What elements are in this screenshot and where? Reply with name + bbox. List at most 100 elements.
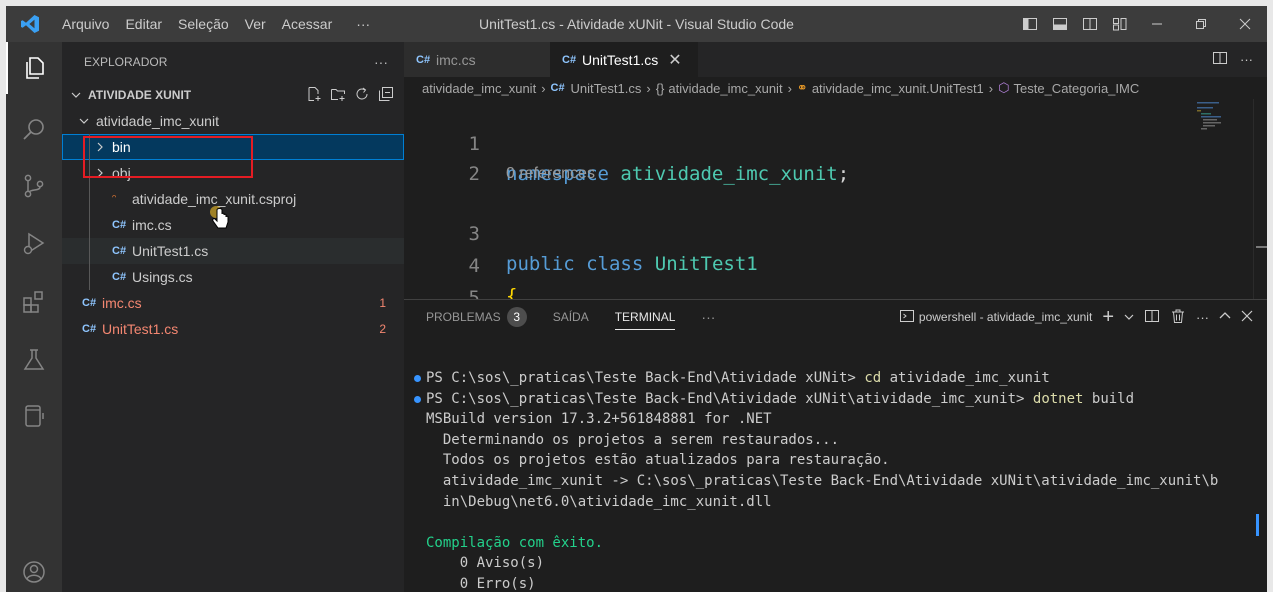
close-window-icon[interactable] <box>1223 6 1267 42</box>
tree-file-unittest1-cs[interactable]: C# UnitTest1.cs <box>62 238 404 264</box>
trash-icon[interactable] <box>1170 308 1186 327</box>
terminal-more-button[interactable]: ··· <box>1196 310 1209 325</box>
terminal-icon <box>899 308 915 327</box>
csharp-file-icon: C# <box>82 323 97 335</box>
account-icon[interactable] <box>6 546 62 592</box>
explorer-icon[interactable] <box>6 42 62 94</box>
explorer-actions <box>306 82 394 108</box>
menu-more[interactable]: ··· <box>340 6 378 42</box>
tab-unittest1-cs[interactable]: C# UnitTest1.cs ✕ <box>550 42 698 77</box>
tab-terminal[interactable]: TERMINAL <box>614 300 676 334</box>
terminal-output[interactable]: PS C:\sos\_praticas\Teste Back-End\Ativi… <box>414 368 1218 592</box>
code-line: 3 public class UnitTest1 <box>404 189 758 275</box>
csharp-file-icon: C# <box>550 82 565 94</box>
chevron-right-icon: › <box>646 80 651 96</box>
editor-more-button[interactable]: ··· <box>1240 52 1253 67</box>
menu-editar[interactable]: Editar <box>117 6 170 42</box>
new-terminal-icon[interactable]: + <box>1102 307 1114 327</box>
workspace-section-header[interactable]: ATIVIDADE XUNIT <box>62 82 404 108</box>
problem-count: 2 <box>379 322 386 336</box>
tab-label: TERMINAL <box>614 310 676 324</box>
extensions-icon[interactable] <box>6 276 62 328</box>
toggle-sidebar-icon[interactable] <box>1015 6 1045 42</box>
breadcrumb-item[interactable]: atividade_imc_xunit.UnitTest1 <box>812 81 984 96</box>
remote-explorer-icon[interactable] <box>6 390 62 442</box>
split-terminal-icon[interactable] <box>1144 308 1160 327</box>
chevron-down-icon[interactable] <box>1124 310 1134 325</box>
csharp-file-icon: C# <box>112 219 127 231</box>
breadcrumb: atividade_imc_xunit › C# UnitTest1.cs › … <box>404 77 1267 99</box>
vscode-window: Arquivo Editar Seleção Ver Acessar ··· U… <box>6 6 1267 592</box>
maximize-panel-icon[interactable] <box>1219 310 1231 325</box>
tree-file-imc-cs[interactable]: C# imc.cs <box>62 212 404 238</box>
menu-arquivo[interactable]: Arquivo <box>54 6 117 42</box>
search-icon[interactable] <box>6 104 62 156</box>
terminal-line: Determinando os projetos a serem restaur… <box>426 431 840 448</box>
tree-folder-atividade-imc-xunit[interactable]: atividade_imc_xunit <box>62 108 404 134</box>
sidebar-header: EXPLORADOR ··· <box>62 42 404 82</box>
tree-label: atividade_imc_xunit.csproj <box>132 191 297 207</box>
code-text: public class UnitTest1 <box>506 253 758 275</box>
terminal-line: PS C:\sos\_praticas\Teste Back-End\Ativi… <box>414 368 1218 389</box>
testing-icon[interactable] <box>6 334 62 386</box>
tab-problemas[interactable]: PROBLEMAS 3 <box>426 300 527 334</box>
tree-file-imc-cs-error[interactable]: C# imc.cs 1 <box>62 290 404 316</box>
tree-file-unittest1-cs-error[interactable]: C# UnitTest1.cs 2 <box>62 316 404 342</box>
indent-guide <box>89 186 90 212</box>
csharp-file-icon: C# <box>112 245 127 257</box>
tree-label: atividade_imc_xunit <box>96 113 219 129</box>
close-icon[interactable]: ✕ <box>668 50 681 70</box>
breadcrumb-item[interactable]: UnitTest1.cs <box>571 81 642 96</box>
title-bar-controls <box>1015 6 1267 42</box>
minimap[interactable] <box>1193 100 1253 140</box>
tree-label: imc.cs <box>132 217 172 233</box>
breadcrumb-item[interactable]: atividade_imc_xunit <box>668 81 782 96</box>
code-line: 2 <box>404 129 496 185</box>
editor-scrollbar[interactable] <box>1253 99 1267 299</box>
run-debug-icon[interactable] <box>6 218 62 270</box>
breadcrumb-item[interactable]: Teste_Categoria_IMC <box>1014 81 1140 96</box>
csharp-file-icon: C# <box>416 53 431 66</box>
code-line: 4 { <box>404 221 518 307</box>
tree-label: UnitTest1.cs <box>132 243 209 259</box>
terminal-shell-name[interactable]: powershell - atividade_imc_xunit <box>919 310 1092 324</box>
menu-acessar[interactable]: Acessar <box>274 6 341 42</box>
terminal-scrollbar[interactable] <box>1256 514 1259 536</box>
breadcrumb-item[interactable]: atividade_imc_xunit <box>422 81 536 96</box>
terminal-actions: powershell - atividade_imc_xunit + ··· <box>899 300 1253 334</box>
collapse-all-icon[interactable] <box>378 86 394 105</box>
restore-icon[interactable] <box>1179 6 1223 42</box>
split-editor-icon[interactable] <box>1212 50 1228 69</box>
workspace-name: ATIVIDADE XUNIT <box>88 88 192 102</box>
panel-more-button[interactable]: ··· <box>701 300 715 334</box>
highlight-box <box>83 136 253 178</box>
customize-layout-icon[interactable] <box>1105 6 1135 42</box>
menu-selecao[interactable]: Seleção <box>170 6 237 42</box>
new-file-icon[interactable] <box>306 86 322 105</box>
chevron-right-icon: › <box>988 80 994 96</box>
tree-file-usings-cs[interactable]: C# Usings.cs <box>62 264 404 290</box>
hand-cursor-icon <box>210 206 232 237</box>
minimize-icon[interactable] <box>1135 6 1179 42</box>
terminal-line: 0 Aviso(s) <box>426 555 545 572</box>
toggle-secondary-sidebar-icon[interactable] <box>1075 6 1105 42</box>
sidebar-more-button[interactable]: ··· <box>374 54 388 70</box>
menu-ver[interactable]: Ver <box>237 6 274 42</box>
tree-label: Usings.cs <box>132 269 193 285</box>
menu-bar: Arquivo Editar Seleção Ver Acessar ··· <box>54 6 378 42</box>
terminal-line: 0 Erro(s) <box>426 575 536 592</box>
command-decoration-icon <box>414 375 421 382</box>
tab-imc-cs[interactable]: C# imc.cs <box>404 42 550 77</box>
rss-icon: ᵔ <box>112 193 117 205</box>
close-panel-icon[interactable] <box>1241 310 1253 325</box>
refresh-icon[interactable] <box>354 86 370 105</box>
source-control-icon[interactable] <box>6 160 62 212</box>
codelens-references[interactable]: 0 references <box>506 165 595 183</box>
new-folder-icon[interactable] <box>330 86 346 105</box>
tab-saida[interactable]: SAÍDA <box>553 300 589 334</box>
toggle-panel-icon[interactable] <box>1045 6 1075 42</box>
tree-file-csproj[interactable]: ᵔ atividade_imc_xunit.csproj <box>62 186 404 212</box>
vscode-logo-icon <box>6 6 54 42</box>
csharp-file-icon: C# <box>82 297 97 309</box>
